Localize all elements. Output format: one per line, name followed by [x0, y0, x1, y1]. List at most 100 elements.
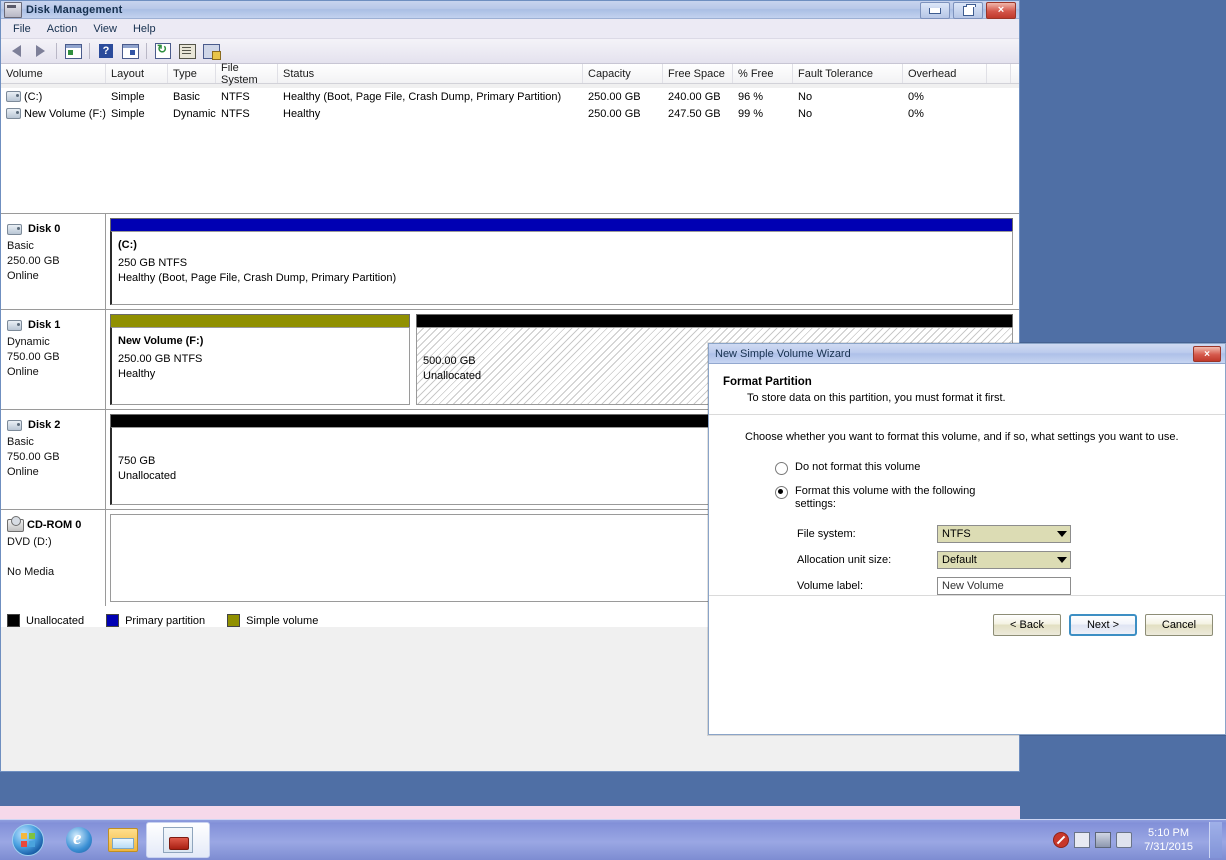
partition-status: Healthy (Boot, Page File, Crash Dump, Pr… — [118, 271, 1012, 286]
table-row[interactable]: (C:) Simple Basic NTFS Healthy (Boot, Pa… — [1, 88, 1019, 105]
disk-state: Online — [7, 465, 105, 480]
column-header-layout[interactable]: Layout — [106, 64, 168, 83]
disk-size: 750.00 GB — [7, 450, 105, 465]
partition-body: (C:) 250 GB NTFS Healthy (Boot, Page Fil… — [110, 231, 1013, 305]
restore-icon — [963, 6, 974, 16]
radio-format-volume-label: Format this volume with the following se… — [795, 485, 995, 511]
disk-name: Disk 0 — [28, 222, 60, 237]
column-header-fault-tolerance[interactable]: Fault Tolerance — [793, 64, 903, 83]
volume-list-header: Volume Layout Type File System Status Ca… — [1, 64, 1019, 84]
column-header-file-system[interactable]: File System — [216, 64, 278, 83]
window-title: Disk Management — [26, 4, 123, 16]
toolbar: ? — [1, 39, 1019, 64]
volume-disk-icon — [6, 108, 21, 119]
column-header-free-space[interactable]: Free Space — [663, 64, 733, 83]
table-row[interactable]: New Volume (F:) Simple Dynamic NTFS Heal… — [1, 105, 1019, 122]
partition-title: (C:) — [118, 238, 1012, 253]
partition-color-bar — [416, 314, 1013, 327]
next-button[interactable]: Next > — [1069, 614, 1137, 636]
refresh-icon — [155, 43, 171, 59]
show-desktop-button[interactable] — [1209, 822, 1222, 858]
wizard-titlebar[interactable]: New Simple Volume Wizard × — [709, 344, 1225, 364]
disk-row[interactable]: Disk 0 Basic 250.00 GB Online (C:) 250 G… — [1, 214, 1019, 310]
partition-title: New Volume (F:) — [118, 334, 409, 349]
cell-layout: Simple — [106, 88, 168, 105]
column-header-pct-free[interactable]: % Free — [733, 64, 793, 83]
partition-color-bar — [110, 314, 410, 327]
windows-explorer-icon — [108, 828, 138, 852]
column-header-overhead[interactable]: Overhead — [903, 64, 987, 83]
allocation-unit-size-value: Default — [942, 554, 977, 566]
partition[interactable]: New Volume (F:) 250.00 GB NTFS Healthy — [110, 314, 410, 405]
legend-label-primary-partition: Primary partition — [125, 615, 205, 627]
volume-label-input[interactable]: New Volume — [937, 577, 1071, 595]
column-header-type[interactable]: Type — [168, 64, 216, 83]
cell-type: Dynamic — [168, 105, 216, 122]
cell-type: Basic — [168, 88, 216, 105]
disk-name-row: Disk 0 — [7, 222, 105, 237]
properties-button[interactable] — [176, 41, 198, 61]
allocation-unit-size-select[interactable]: Default — [937, 551, 1071, 569]
action-center-flag-icon[interactable] — [1074, 832, 1090, 848]
taskbar-item-windows-explorer[interactable] — [102, 823, 144, 857]
chevron-down-icon — [1057, 531, 1067, 537]
cell-fault-tolerance: No — [793, 105, 903, 122]
field-file-system: File system: NTFS — [797, 521, 1225, 547]
radio-format-volume[interactable]: Format this volume with the following se… — [775, 485, 1225, 509]
minimize-button[interactable] — [920, 2, 950, 19]
forward-button[interactable] — [29, 41, 51, 61]
back-button[interactable]: < Back — [993, 614, 1061, 636]
rescan-disks-button[interactable] — [200, 41, 222, 61]
toolbar-separator — [56, 43, 57, 59]
cell-status: Healthy — [278, 105, 583, 122]
label-file-system: File system: — [797, 528, 937, 540]
minimize-icon — [929, 8, 941, 14]
file-system-select[interactable]: NTFS — [937, 525, 1071, 543]
disk-name-row: CD-ROM 0 — [7, 518, 105, 533]
restore-button[interactable] — [953, 2, 983, 19]
legend-label-simple-volume: Simple volume — [246, 615, 318, 627]
cell-capacity: 250.00 GB — [583, 88, 663, 105]
menu-help[interactable]: Help — [125, 21, 164, 37]
clock[interactable]: 5:10 PM 7/31/2015 — [1138, 826, 1199, 854]
network-icon[interactable] — [1095, 832, 1111, 848]
menu-view[interactable]: View — [85, 21, 125, 37]
radio-do-not-format-icon[interactable] — [775, 462, 788, 475]
window-titlebar[interactable]: Disk Management × — [1, 1, 1019, 19]
file-system-value: NTFS — [942, 528, 971, 540]
disk-partitions: (C:) 250 GB NTFS Healthy (Boot, Page Fil… — [106, 214, 1019, 309]
wizard-footer: < Back Next > Cancel — [709, 595, 1225, 653]
speaker-icon[interactable] — [1116, 832, 1132, 848]
quick-launch — [58, 822, 210, 858]
cell-volume: (C:) — [1, 88, 106, 105]
cancel-button[interactable]: Cancel — [1145, 614, 1213, 636]
show-hide-console-tree-icon — [122, 44, 139, 59]
disk-name-row: Disk 2 — [7, 418, 105, 433]
disk-type: Basic — [7, 435, 105, 450]
disk-info: Disk 1 Dynamic 750.00 GB Online — [1, 310, 106, 409]
radio-do-not-format[interactable]: Do not format this volume — [775, 461, 1225, 485]
column-header-volume[interactable]: Volume — [1, 64, 106, 83]
back-button[interactable] — [5, 41, 27, 61]
menu-file[interactable]: File — [5, 21, 39, 37]
disk-info: Disk 2 Basic 750.00 GB Online — [1, 410, 106, 509]
menu-action[interactable]: Action — [39, 21, 86, 37]
cell-layout: Simple — [106, 105, 168, 122]
error-icon[interactable] — [1053, 832, 1069, 848]
disk-management-taskbar-icon — [163, 827, 193, 853]
radio-format-volume-icon[interactable] — [775, 486, 788, 499]
up-one-level-button[interactable] — [62, 41, 84, 61]
taskbar-item-disk-management[interactable] — [146, 822, 210, 858]
start-button[interactable] — [4, 823, 52, 857]
help-button[interactable]: ? — [95, 41, 117, 61]
taskbar-item-internet-explorer[interactable] — [58, 823, 100, 857]
column-header-capacity[interactable]: Capacity — [583, 64, 663, 83]
refresh-button[interactable] — [152, 41, 174, 61]
partition[interactable]: (C:) 250 GB NTFS Healthy (Boot, Page Fil… — [110, 218, 1013, 305]
wizard-close-button[interactable]: × — [1193, 346, 1221, 362]
wizard-title: New Simple Volume Wizard — [715, 348, 851, 360]
column-header-status[interactable]: Status — [278, 64, 583, 83]
close-button[interactable]: × — [986, 2, 1016, 19]
show-hide-console-tree-button[interactable] — [119, 41, 141, 61]
cd-rom-icon — [7, 519, 24, 532]
